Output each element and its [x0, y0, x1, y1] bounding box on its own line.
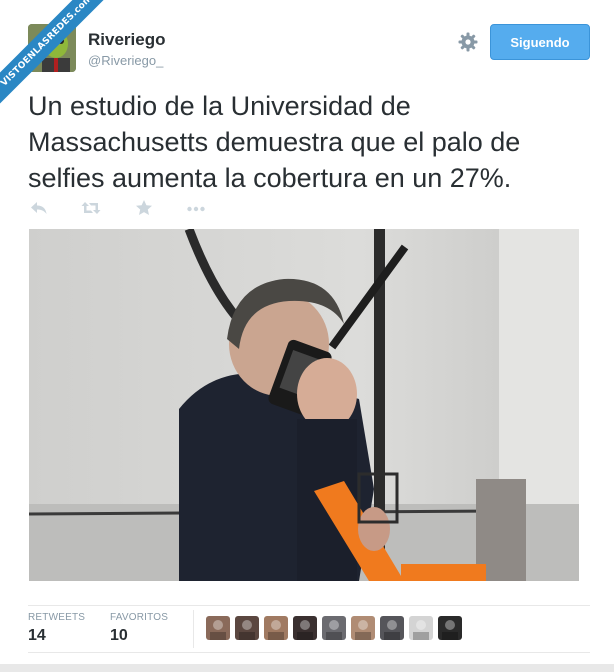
favoriter-avatar[interactable] [322, 616, 346, 640]
more-icon[interactable] [185, 198, 207, 218]
stats-divider [193, 610, 194, 648]
tweet-card: VISTOENLASREDES.com Riveriego @Riveriego… [0, 0, 614, 672]
favoriter-avatar[interactable] [206, 616, 230, 640]
watermark-ribbon: VISTOENLASREDES.com [0, 0, 110, 110]
favoriter-avatar[interactable] [293, 616, 317, 640]
retweets-count: 14 [28, 627, 46, 644]
favoriter-avatar[interactable] [235, 616, 259, 640]
favoriter-avatar[interactable] [409, 616, 433, 640]
retweet-icon[interactable] [80, 198, 102, 218]
watermark-text: VISTOENLASREDES.com [0, 0, 110, 109]
favoriter-avatar[interactable] [264, 616, 288, 640]
following-button[interactable]: Siguendo [490, 24, 590, 60]
favorites-count: 10 [110, 627, 128, 644]
reply-icon[interactable] [28, 198, 50, 218]
tweet-actions [28, 198, 228, 218]
favoriter-avatar[interactable] [380, 616, 404, 640]
gear-icon[interactable] [456, 30, 480, 54]
favorites-stat[interactable]: FAVORITOS 10 [110, 612, 168, 645]
retweets-label: RETWEETS [28, 612, 86, 623]
favorites-label: FAVORITOS [110, 612, 169, 623]
retweets-stat[interactable]: RETWEETS 14 [28, 612, 85, 645]
favoriter-avatar[interactable] [351, 616, 375, 640]
tweet-stats: RETWEETS 14 FAVORITOS 10 [28, 605, 590, 653]
favoriter-avatar[interactable] [438, 616, 462, 640]
tweet-photo[interactable] [29, 229, 579, 581]
tweet-text: Un estudio de la Universidad de Massachu… [28, 91, 521, 193]
favorite-icon[interactable] [133, 198, 155, 218]
